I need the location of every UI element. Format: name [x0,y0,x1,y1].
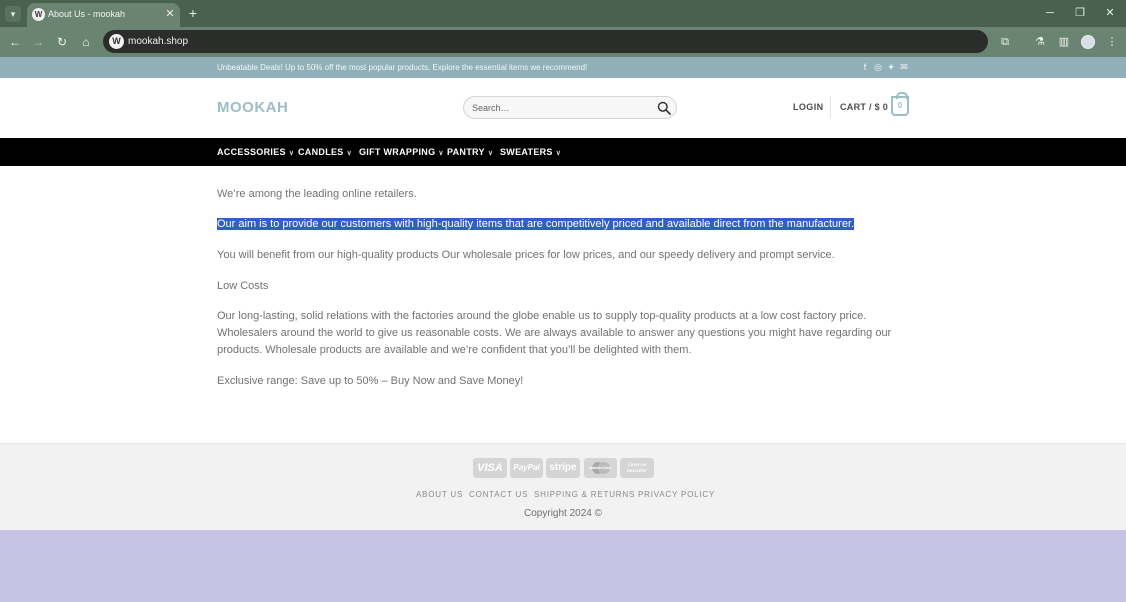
footer-link-about-us[interactable]: ABOUT US [416,490,463,499]
chevron-down-icon: ∨ [438,150,444,157]
nav-item-candles[interactable]: CANDLES ∨ [298,147,352,157]
browser-tab-bar: ▾ W About Us - mookah ✕ + ─ ❐ ✕ [0,0,1126,27]
mastercard-icon: MasterCard [584,458,617,478]
relations-paragraph: Our long-lasting, solid relations with t… [217,310,892,356]
site-logo[interactable]: MOOKAH [217,99,288,116]
tab-title: About Us - mookah [48,9,126,19]
minimize-icon[interactable]: ─ [1043,6,1057,20]
address-bar[interactable]: W mookah.shop [103,30,988,53]
search-input[interactable] [472,100,652,116]
promo-text: Unbeatable Deals! Up to 50% off the most… [217,63,588,72]
mastercard-label: MasterCard [589,465,612,470]
nav-item-label: CANDLES [298,147,344,157]
url-text[interactable]: mookah.shop [128,36,188,47]
instagram-icon[interactable]: ◎ [873,62,883,73]
nav-item-sweaters[interactable]: SWEATERS ∨ [500,147,561,157]
profile-avatar[interactable] [1081,35,1095,49]
main-navigation: ACCESSORIES ∨ CANDLES ∨ GIFT WRAPPING ∨ PAN… [0,138,1126,166]
kebab-menu-icon[interactable]: ⋮ [1105,35,1119,49]
extensions-puzzle-icon[interactable]: ⧉ [998,35,1012,49]
chevron-down-icon: ∨ [487,150,494,157]
tab-search-chevron-icon[interactable]: ▾ [5,6,21,22]
back-arrow-icon[interactable]: ← [8,35,22,49]
search-form [463,96,677,119]
aim-paragraph-selected: Our aim is to provide our customers with… [217,216,907,233]
tab-close-icon[interactable]: ✕ [164,8,176,20]
chevron-down-icon: ∨ [346,150,353,157]
benefit-paragraph: You will benefit from our high-quality p… [217,249,835,261]
header-divider [830,96,831,118]
nav-item-gift-wrapping[interactable]: GIFT WRAPPING ∨ [359,147,444,157]
forward-arrow-icon[interactable]: → [31,35,45,49]
cash-on-delivery-icon: CASH ON DELIVERY [620,458,654,478]
exclusive-range-paragraph: Exclusive range: Save up to 50% – Buy No… [217,375,524,387]
nav-item-label: PANTRY [447,147,485,157]
login-link[interactable]: LOGIN [793,102,824,112]
nav-item-accessories[interactable]: ACCESSORIES ∨ [217,147,294,157]
site-info-wordpress-icon[interactable]: W [109,34,124,49]
chevron-down-icon: ∨ [555,150,562,157]
nav-item-label: SWEATERS [500,147,553,157]
wordpress-favicon-icon: W [32,8,45,21]
paypal-icon: PayPal [510,458,543,478]
stripe-icon: stripe [546,458,580,478]
cart-link[interactable]: CART / $ 0 [840,102,888,112]
restore-icon[interactable]: ❐ [1073,6,1087,20]
search-icon[interactable] [657,101,671,115]
facebook-icon[interactable]: f [860,62,870,73]
reload-icon[interactable]: ↻ [55,35,69,49]
intro-paragraph: We’re among the leading online retailers… [217,188,417,200]
footer-link-shipping-returns[interactable]: SHIPPING & RETURNS [534,490,635,499]
copyright-text: Copyright 2024 © [524,508,602,519]
selected-text: Our aim is to provide our customers with… [217,218,855,230]
footer-link-contact-us[interactable]: CONTACT US [469,490,528,499]
twitter-icon[interactable]: ✦ [886,62,896,73]
nav-item-label: ACCESSORIES [217,147,286,157]
visa-icon: VISA [473,458,507,478]
browser-toolbar: ← → ↻ ⌂ W mookah.shop ⧉ ⚗ ▥ ⋮ [0,27,1126,57]
site-header: MOOKAH LOGIN CART / $ 0 0 [0,78,1126,138]
nav-item-pantry[interactable]: PANTRY ∨ [447,147,493,157]
new-tab-plus-icon[interactable]: + [186,5,200,21]
promo-top-bar: Unbeatable Deals! Up to 50% off the most… [0,57,1126,78]
footer-link-privacy-policy[interactable]: PRIVACY POLICY [638,490,715,499]
site-footer: VISA PayPal stripe MasterCard CASH ON DE… [0,443,1126,530]
labs-flask-icon[interactable]: ⚗ [1033,35,1047,49]
window-close-icon[interactable]: ✕ [1103,6,1117,20]
low-costs-heading: Low Costs [217,280,269,292]
side-panel-icon[interactable]: ▥ [1057,35,1071,49]
email-icon[interactable]: ✉ [899,62,909,73]
page-content: We’re among the leading online retailers… [0,166,1126,443]
browser-tab-active[interactable]: W About Us - mookah ✕ [27,3,180,27]
nav-item-label: GIFT WRAPPING [359,147,436,157]
home-icon[interactable]: ⌂ [79,35,93,49]
cart-bag-icon[interactable]: 0 [891,92,909,116]
chevron-down-icon: ∨ [288,150,295,157]
